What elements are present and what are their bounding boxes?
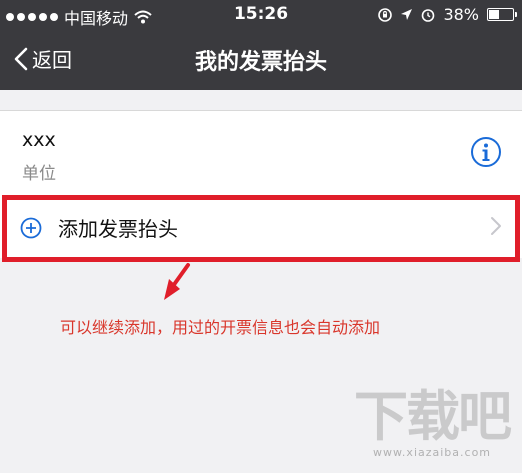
annotation-text: 可以继续添加，用过的开票信息也会自动添加 <box>60 318 381 337</box>
watermark: 下载吧 www.xiazaiba.com <box>354 385 512 460</box>
invoice-title-name: xxx <box>22 129 56 151</box>
battery-percent: 38% <box>443 5 479 24</box>
watermark-logo: 下载吧 <box>354 385 512 448</box>
status-bar: 中国移动 15:26 38% <box>0 0 522 30</box>
location-icon <box>401 9 413 20</box>
invoice-title-type: 单位 <box>22 164 56 184</box>
add-invoice-title-row[interactable]: 添加发票抬头 <box>0 198 522 258</box>
navigation-bar: 中国移动 15:26 38% 返回 我的发票抬头 <box>0 0 522 90</box>
info-icon[interactable] <box>470 136 502 168</box>
page-title: 我的发票抬头 <box>194 50 327 75</box>
battery-fill <box>489 10 499 19</box>
alarm-icon <box>422 8 435 22</box>
plus-circle-icon <box>20 217 42 238</box>
watermark-url: www.xiazaiba.com <box>372 446 492 459</box>
annotation-arrow-icon <box>164 263 190 300</box>
rotation-lock-icon <box>378 7 393 22</box>
battery-icon <box>487 8 517 21</box>
add-row-content: 添加发票抬头 <box>20 213 178 242</box>
add-invoice-title-label: 添加发票抬头 <box>58 217 178 241</box>
chevron-right-icon <box>491 217 501 235</box>
invoice-title-item[interactable]: xxx 单位 <box>0 110 522 199</box>
status-right: 38% <box>378 5 517 24</box>
